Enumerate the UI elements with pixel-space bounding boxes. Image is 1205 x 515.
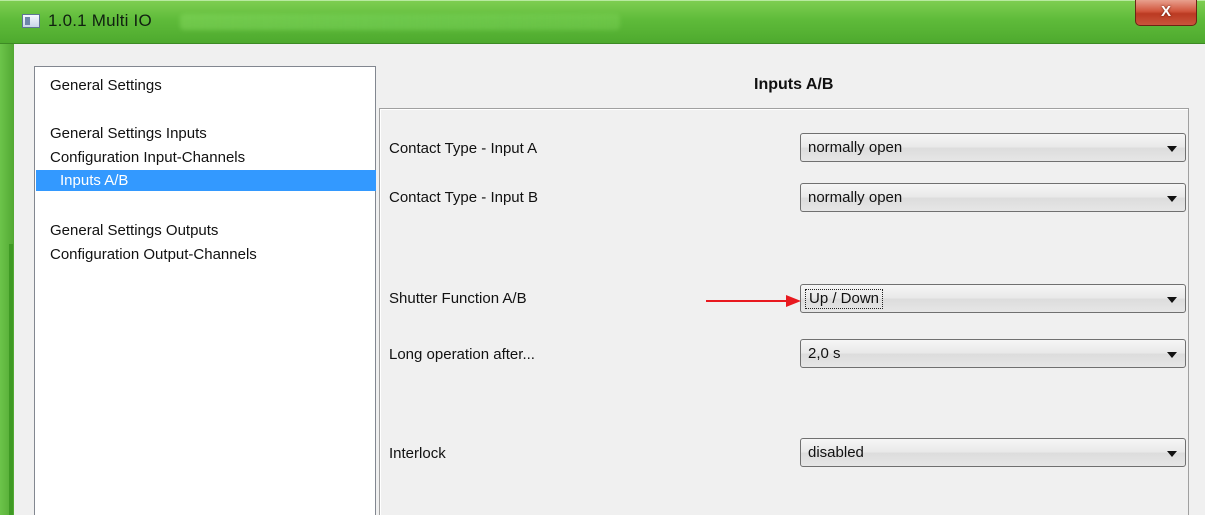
nav-item-general-settings[interactable]: General Settings <box>36 75 376 96</box>
label-contact-type-input-b: Contact Type - Input B <box>389 189 538 206</box>
blurred-menu-area <box>180 14 620 30</box>
nav-item-configuration-input-channels[interactable]: Configuration Input-Channels <box>36 147 376 168</box>
nav-item-general-settings-inputs[interactable]: General Settings Inputs <box>36 123 376 144</box>
chevron-down-icon[interactable] <box>1167 451 1177 457</box>
select-long-operation-after[interactable]: 2,0 s <box>800 339 1186 368</box>
chevron-down-icon[interactable] <box>1167 297 1177 303</box>
select-value: Up / Down <box>805 289 884 309</box>
select-interlock[interactable]: disabled <box>800 438 1186 467</box>
chevron-down-icon[interactable] <box>1167 352 1177 358</box>
select-value: normally open <box>808 189 903 206</box>
select-contact-type-input-a[interactable]: normally open <box>800 133 1186 162</box>
chevron-down-icon[interactable] <box>1167 146 1177 152</box>
window-app-icon[interactable] <box>22 14 40 28</box>
red-arrow-icon <box>706 295 801 307</box>
close-icon: X <box>1160 3 1171 20</box>
label-interlock: Interlock <box>389 445 446 462</box>
navigation-tree[interactable]: General Settings General Settings Inputs… <box>34 66 376 515</box>
panel-title: Inputs A/B <box>754 76 834 93</box>
select-value: disabled <box>808 444 864 461</box>
label-contact-type-input-a: Contact Type - Input A <box>389 140 538 157</box>
nav-item-general-settings-outputs[interactable]: General Settings Outputs <box>36 220 376 241</box>
nav-item-configuration-output-channels[interactable]: Configuration Output-Channels <box>36 244 376 265</box>
close-button[interactable]: X <box>1135 0 1197 26</box>
client-area: General Settings General Settings Inputs… <box>14 44 1205 515</box>
select-value: normally open <box>808 139 903 156</box>
window-title: 1.0.1 Multi IO <box>48 11 152 30</box>
label-shutter-function-a-b: Shutter Function A/B <box>389 290 527 307</box>
window-frame-left <box>0 44 14 515</box>
select-value: 2,0 s <box>808 345 841 362</box>
label-long-operation-after: Long operation after... <box>389 346 535 363</box>
title-bar[interactable]: 1.0.1 Multi IO X <box>0 0 1205 44</box>
select-shutter-function-a-b[interactable]: Up / Down <box>800 284 1186 313</box>
nav-item-inputs-a-b[interactable]: Inputs A/B <box>36 170 376 191</box>
select-contact-type-input-b[interactable]: normally open <box>800 183 1186 212</box>
chevron-down-icon[interactable] <box>1167 196 1177 202</box>
